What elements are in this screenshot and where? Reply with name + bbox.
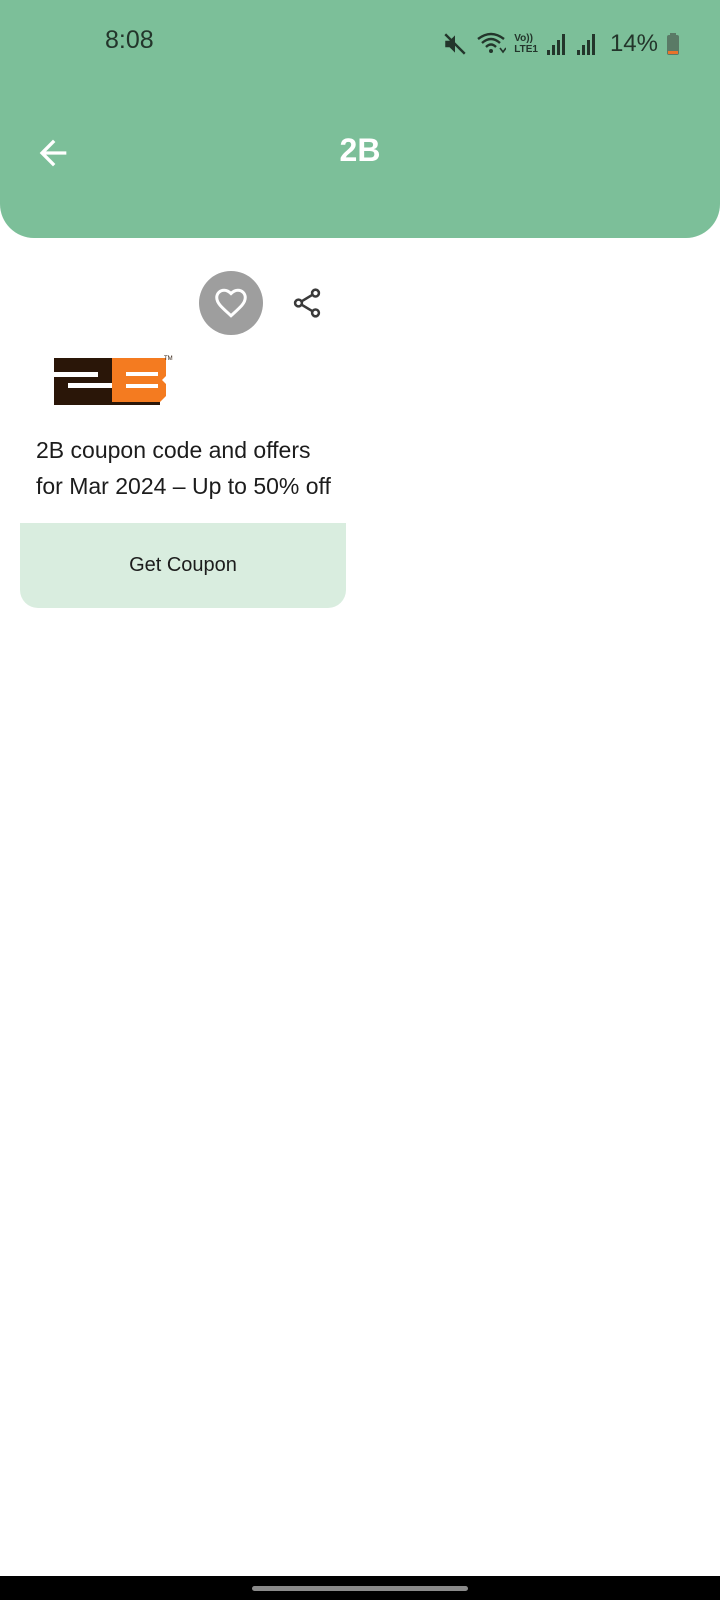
volte-top-text: Vo)) xyxy=(514,33,533,44)
app-header: 8:08 Vo)) LTE1 14% 2B xyxy=(0,0,720,238)
share-icon xyxy=(293,288,321,318)
brand-logo: TM xyxy=(52,352,176,408)
battery-percent: 14% xyxy=(609,30,658,57)
toolbar: 2B xyxy=(0,110,720,196)
status-time: 8:08 xyxy=(105,26,154,54)
mute-icon xyxy=(442,31,468,57)
coupon-title: 2B coupon code and offers for Mar 2024 –… xyxy=(36,437,331,499)
share-button[interactable] xyxy=(282,278,332,328)
status-bar: 8:08 Vo)) LTE1 14% xyxy=(0,0,720,88)
signal-icon xyxy=(546,32,568,56)
volte-icon: Vo)) LTE1 xyxy=(514,33,538,55)
volte-bottom-text: LTE1 xyxy=(514,44,538,55)
system-nav-bar xyxy=(0,1576,720,1600)
wifi-icon xyxy=(476,31,507,57)
favorite-button[interactable] xyxy=(199,271,263,335)
get-coupon-button[interactable]: Get Coupon xyxy=(20,523,346,608)
status-icons: Vo)) LTE1 14% xyxy=(442,28,680,60)
page-title: 2B xyxy=(339,132,381,168)
logo-tm-text: TM xyxy=(164,356,173,362)
home-indicator[interactable] xyxy=(252,1586,468,1591)
screen: 8:08 Vo)) LTE1 14% 2B TM 2B coupon code … xyxy=(0,0,720,1600)
battery-icon xyxy=(666,32,680,56)
coupon-card[interactable]: TM 2B coupon code and offers for Mar 202… xyxy=(20,262,346,608)
heart-icon xyxy=(215,288,247,318)
signal-icon xyxy=(576,32,598,56)
